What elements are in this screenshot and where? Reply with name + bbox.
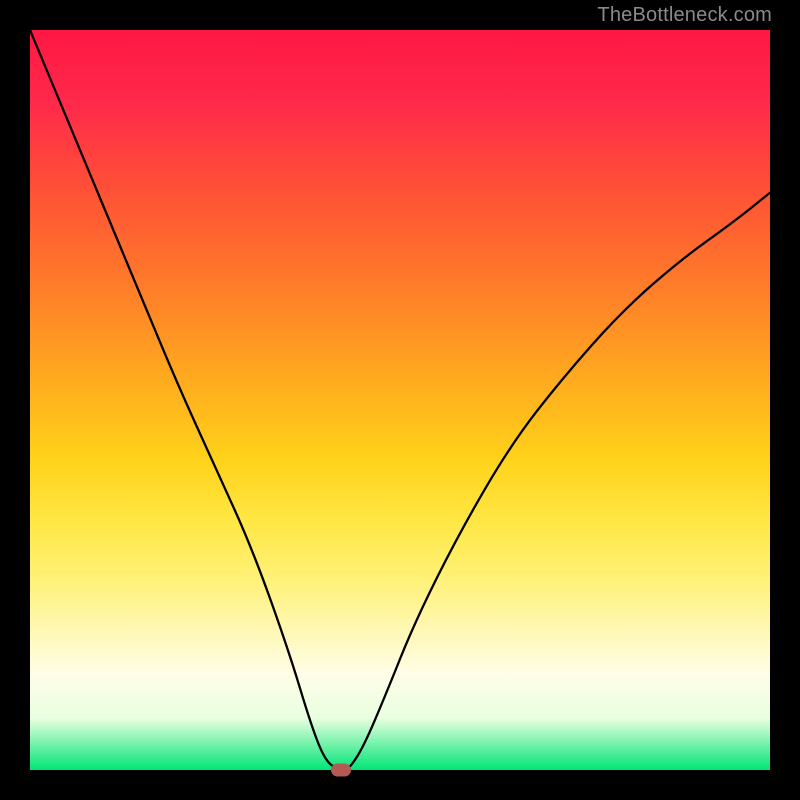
plot-area: [30, 30, 770, 770]
optimal-marker: [331, 764, 351, 777]
watermark-text: TheBottleneck.com: [597, 4, 772, 27]
chart-frame: TheBottleneck.com: [0, 0, 800, 800]
bottleneck-curve: [30, 30, 770, 770]
